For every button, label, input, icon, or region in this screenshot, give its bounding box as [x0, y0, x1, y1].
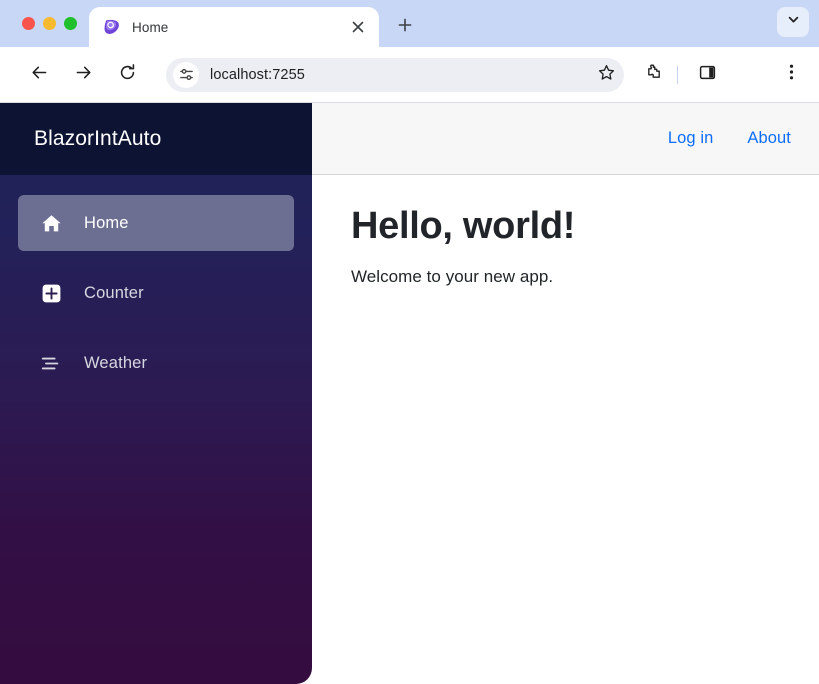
- login-link[interactable]: Log in: [668, 129, 714, 148]
- window-controls: [0, 0, 87, 47]
- sidebar-item-weather[interactable]: Weather: [18, 335, 294, 391]
- plus-icon: [398, 18, 412, 37]
- toolbar-divider: [677, 66, 678, 84]
- blazor-logo-icon: [103, 18, 121, 36]
- main-content: Hello, world! Welcome to your new app.: [312, 175, 819, 684]
- sidebar-item-label: Home: [84, 214, 129, 233]
- about-link[interactable]: About: [747, 129, 791, 148]
- sidebar-item-counter[interactable]: Counter: [18, 265, 294, 321]
- browser-menu-button[interactable]: [775, 59, 807, 91]
- page-viewport: BlazorIntAuto Home: [0, 103, 819, 684]
- sidebar-item-label: Weather: [84, 354, 147, 373]
- star-icon: [598, 64, 615, 86]
- top-row: Log in About: [312, 103, 819, 175]
- new-tab-button[interactable]: [391, 13, 419, 41]
- sidebar-nav: Home Counter: [0, 175, 312, 405]
- forward-button[interactable]: [66, 58, 100, 92]
- tab-title: Home: [132, 20, 347, 35]
- tab-strip: Home: [0, 0, 819, 47]
- arrow-right-icon: [74, 63, 93, 87]
- tab-search-button[interactable]: [777, 7, 809, 37]
- browser-window: Home: [0, 0, 819, 684]
- arrow-left-icon: [30, 63, 49, 87]
- three-dots-vertical-icon: [789, 63, 794, 86]
- close-icon[interactable]: [347, 16, 369, 38]
- side-panel-icon: [699, 64, 716, 86]
- page-subtitle: Welcome to your new app.: [351, 267, 819, 287]
- url-text: localhost:7255: [210, 67, 305, 83]
- maximize-window-button[interactable]: [64, 17, 77, 30]
- reload-button[interactable]: [110, 58, 144, 92]
- tune-sliders-icon[interactable]: [173, 62, 199, 88]
- bookmark-button[interactable]: [592, 61, 620, 89]
- puzzle-piece-icon: [645, 63, 663, 86]
- minimize-window-button[interactable]: [43, 17, 56, 30]
- brand-bar: BlazorIntAuto: [0, 103, 312, 175]
- chevron-down-icon: [787, 13, 800, 31]
- browser-toolbar: localhost:7255: [0, 47, 819, 103]
- side-panel-button[interactable]: [691, 59, 723, 91]
- sidebar: BlazorIntAuto Home: [0, 103, 312, 684]
- plus-square-fill-icon: [40, 282, 62, 304]
- address-bar[interactable]: localhost:7255: [166, 58, 624, 92]
- main-column: Log in About Hello, world! Welcome to yo…: [312, 103, 819, 684]
- sidebar-item-label: Counter: [84, 284, 144, 303]
- browser-tab[interactable]: Home: [89, 7, 379, 47]
- reload-icon: [118, 63, 137, 87]
- close-window-button[interactable]: [22, 17, 35, 30]
- page-title: Hello, world!: [351, 205, 819, 249]
- sidebar-item-home[interactable]: Home: [18, 195, 294, 251]
- back-button[interactable]: [22, 58, 56, 92]
- app-layout: BlazorIntAuto Home: [0, 103, 819, 684]
- house-fill-icon: [40, 212, 62, 234]
- brand-title[interactable]: BlazorIntAuto: [34, 127, 161, 151]
- list-nested-icon: [40, 352, 62, 374]
- extensions-button[interactable]: [638, 59, 670, 91]
